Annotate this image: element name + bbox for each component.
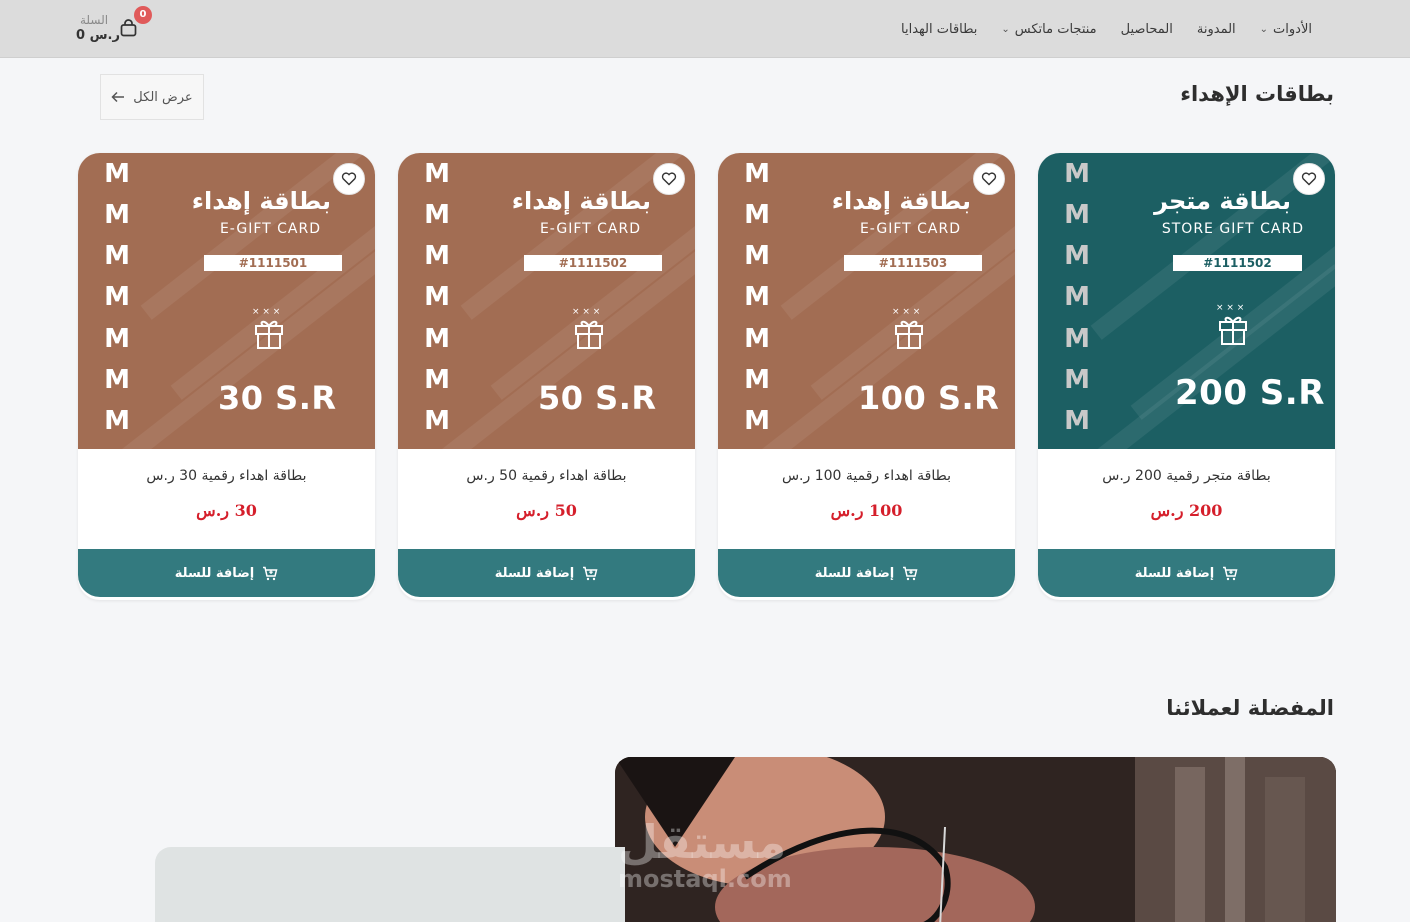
card-code: #1111503 [844, 255, 982, 271]
gift-card-image[interactable]: MMMMMMM بطاقة إهداء E-GIFT CARD #1111502… [398, 153, 695, 449]
gift-icon: × × × [572, 307, 603, 349]
heart-icon [341, 172, 357, 186]
product-name[interactable]: بطاقة متجر رقمية 200 ر.س [1038, 468, 1335, 484]
gift-card-image[interactable]: MMMMMMM بطاقة إهداء E-GIFT CARD #1111503… [718, 153, 1015, 449]
gift-icon: × × × [252, 307, 283, 349]
nav-item-tools[interactable]: الأدوات ⌄ [1260, 22, 1312, 37]
heart-icon [661, 172, 677, 186]
card-title: بطاقة إهداء [831, 187, 971, 215]
card-amount: 50 S.R [538, 379, 657, 417]
watermark-ar: مستقل [618, 815, 787, 869]
product-name[interactable]: بطاقة اهداء رقمية 30 ر.س [78, 468, 375, 484]
nav-item-label: بطاقات الهدايا [901, 21, 978, 37]
card-code: #1111501 [204, 255, 342, 271]
site-header: الأدوات ⌄ المدونة المحاصيل منتجات ماتكس … [0, 0, 1410, 58]
card-subtitle: E-GIFT CARD [859, 221, 961, 237]
card-title: بطاقة إهداء [191, 187, 331, 215]
nav-item-label: المحاصيل [1120, 21, 1173, 37]
cart-add-icon [1223, 566, 1238, 580]
wishlist-button[interactable] [973, 163, 1005, 195]
card-code: #1111502 [524, 255, 662, 271]
shopping-bag-icon [120, 19, 137, 37]
add-to-cart-button[interactable]: إضافة للسلة [718, 549, 1015, 597]
heart-icon [981, 172, 997, 186]
nav-item-label: منتجات ماتكس [1014, 21, 1097, 37]
card-amount: 200 S.R [1175, 373, 1325, 413]
wishlist-button[interactable] [1293, 163, 1325, 195]
cart-button[interactable]: السلة 0 ر.س 0 [74, 6, 154, 49]
card-subtitle: E-GIFT CARD [219, 221, 321, 237]
card-title: بطاقة إهداء [511, 187, 651, 215]
main-nav: الأدوات ⌄ المدونة المحاصيل منتجات ماتكس … [901, 0, 1312, 58]
product-name[interactable]: بطاقة اهداء رقمية 50 ر.س [398, 468, 695, 484]
product-price: 100 ر.س [830, 501, 903, 520]
nav-item-label: الأدوات [1273, 21, 1312, 37]
nav-item-label: المدونة [1196, 21, 1236, 37]
brand-pattern: MMMMMMM [744, 159, 770, 436]
add-to-cart-button[interactable]: إضافة للسلة [78, 549, 375, 597]
gift-section-title: بطاقات الإهداء [1180, 82, 1334, 106]
cart-add-icon [583, 566, 598, 580]
card-amount: 30 S.R [218, 379, 337, 417]
add-to-cart-button[interactable]: إضافة للسلة [1038, 549, 1335, 597]
chevron-down-icon: ⌄ [1001, 23, 1010, 35]
add-to-cart-label: إضافة للسلة [1134, 565, 1215, 581]
brand-pattern: MMMMMMM [104, 159, 130, 436]
watermark-en: mostaql.com [618, 865, 792, 893]
card-amount: 100 S.R [858, 379, 1000, 417]
wishlist-button[interactable] [653, 163, 685, 195]
card-code: #1111502 [1173, 255, 1302, 271]
cart-label: السلة [80, 13, 109, 27]
gift-card-image[interactable]: MMMMMMM بطاقة إهداء E-GIFT CARD #1111501… [78, 153, 375, 449]
product-card[interactable]: MMMMMMM بطاقة إهداء E-GIFT CARD #1111503… [718, 153, 1015, 600]
product-card[interactable]: MMMMMMM بطاقة متجر STORE GIFT CARD #1111… [1038, 153, 1335, 600]
chevron-down-icon: ⌄ [1259, 23, 1269, 35]
product-card[interactable]: MMMMMMM بطاقة إهداء E-GIFT CARD #1111502… [398, 153, 695, 600]
favorites-section-title: المفضلة لعملائنا [1166, 696, 1334, 720]
cart-total: 0 ر.س [76, 28, 120, 43]
heart-icon [1301, 172, 1317, 186]
product-name[interactable]: بطاقة اهداء رقمية 100 ر.س [718, 468, 1015, 484]
svg-text:× × ×: × × × [892, 307, 920, 317]
product-card[interactable]: MMMMMMM بطاقة إهداء E-GIFT CARD #1111501… [78, 153, 375, 600]
card-title: بطاقة متجر [1154, 187, 1291, 215]
add-to-cart-label: إضافة للسلة [174, 565, 255, 581]
wishlist-button[interactable] [333, 163, 365, 195]
brand-pattern: MMMMMMM [424, 159, 450, 436]
card-subtitle: E-GIFT CARD [539, 221, 641, 237]
product-price: 30 ر.س [196, 501, 257, 520]
gift-icon: × × × [892, 307, 923, 349]
add-to-cart-label: إضافة للسلة [814, 565, 895, 581]
add-to-cart-label: إضافة للسلة [494, 565, 575, 581]
cart-count-badge: 0 [134, 6, 152, 24]
view-all-label: عرض الكل [133, 89, 193, 105]
brand-pattern: MMMMMMM [1064, 159, 1090, 436]
nav-item-blog[interactable]: المدونة [1197, 22, 1236, 37]
product-price: 50 ر.س [516, 501, 577, 520]
featured-product-card[interactable] [155, 847, 625, 922]
gift-icon: × × × [1216, 303, 1247, 345]
nav-item-gift-cards[interactable]: بطاقات الهدايا [901, 22, 977, 37]
svg-text:× × ×: × × × [1216, 303, 1244, 313]
svg-text:× × ×: × × × [572, 307, 600, 317]
nav-item-matex-products[interactable]: منتجات ماتكس ⌄ [1001, 22, 1096, 37]
watermark: مستقل mostaql.com [618, 818, 792, 892]
nav-item-crops[interactable]: المحاصيل [1121, 22, 1173, 37]
add-to-cart-button[interactable]: إضافة للسلة [398, 549, 695, 597]
gift-card-image[interactable]: MMMMMMM بطاقة متجر STORE GIFT CARD #1111… [1038, 153, 1335, 449]
arrow-left-icon [111, 91, 125, 103]
cart-add-icon [903, 566, 918, 580]
product-price: 200 ر.س [1150, 501, 1223, 520]
card-subtitle: STORE GIFT CARD [1161, 221, 1304, 237]
view-all-button[interactable]: عرض الكل [100, 74, 204, 120]
svg-text:× × ×: × × × [252, 307, 280, 317]
cart-add-icon [263, 566, 278, 580]
